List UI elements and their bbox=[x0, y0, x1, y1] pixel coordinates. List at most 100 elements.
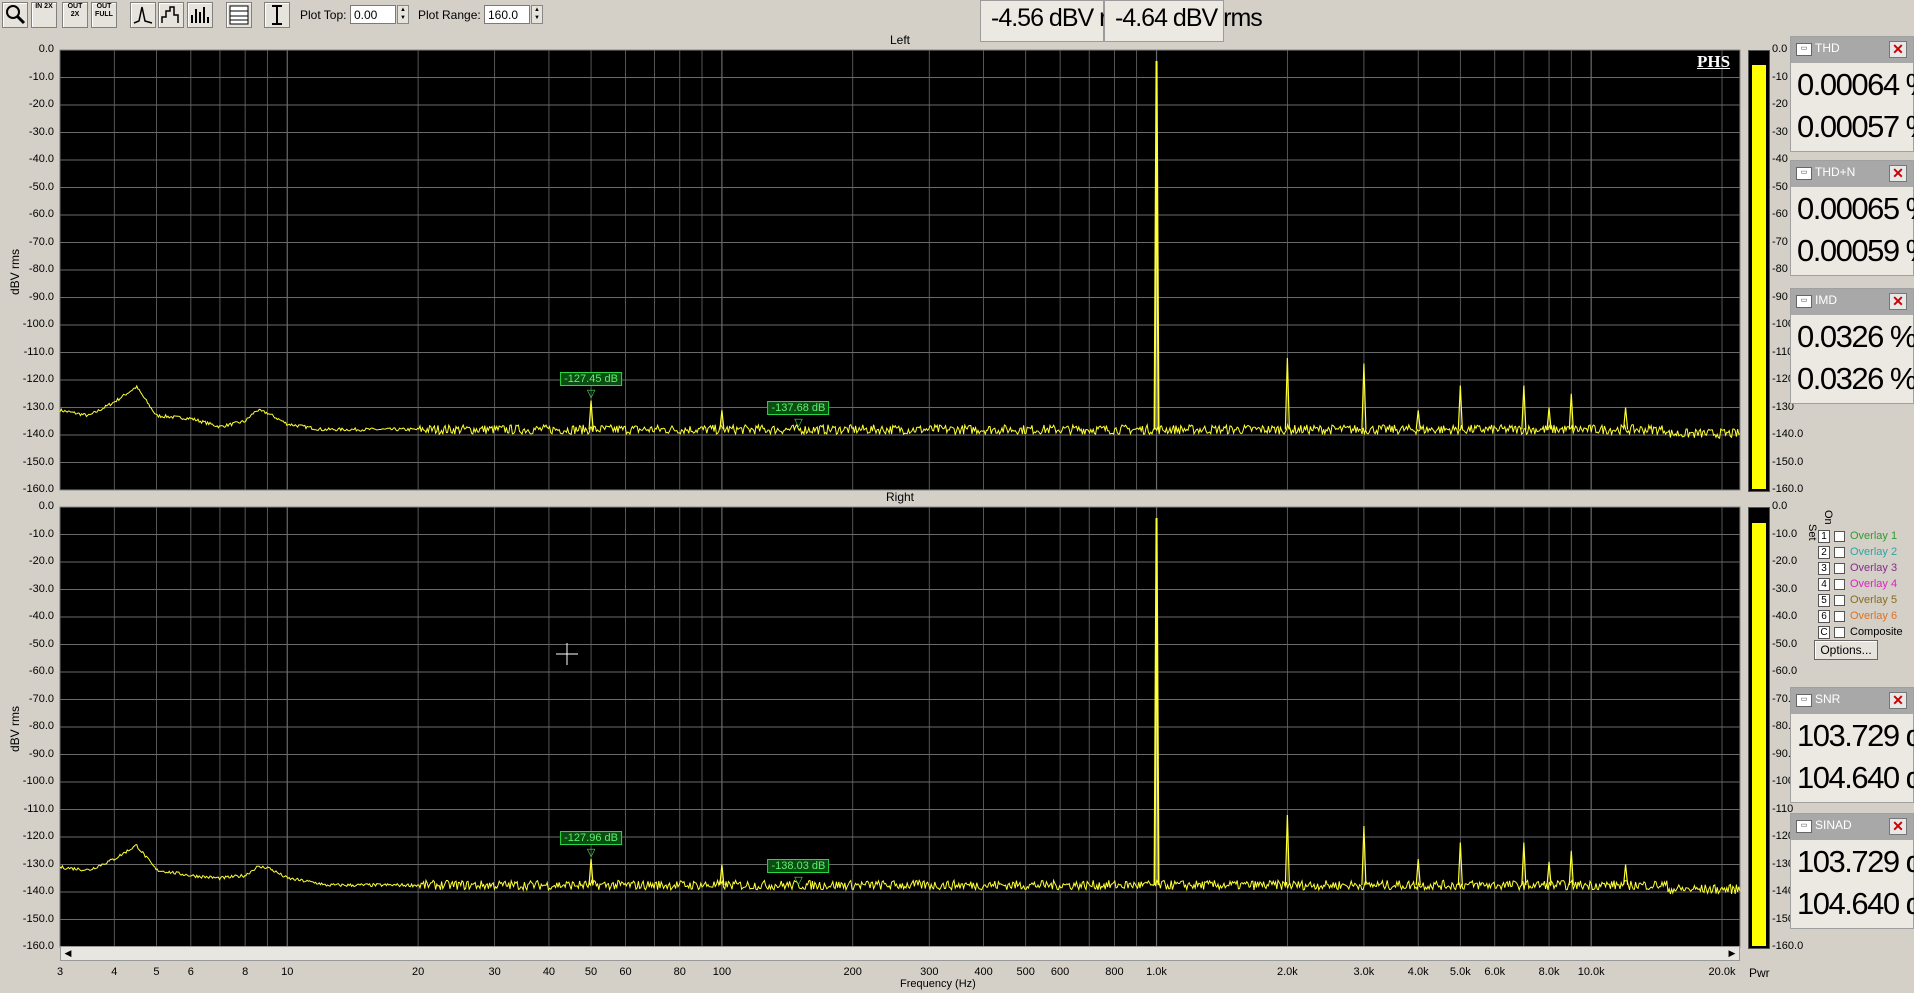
overlay-on-checkbox[interactable] bbox=[1834, 563, 1845, 574]
right-meter-fill bbox=[1752, 522, 1766, 946]
x-tick-label: 300 bbox=[920, 966, 939, 978]
meter-tick-label: -80 bbox=[1772, 263, 1788, 275]
x-tick-label: 500 bbox=[1016, 966, 1035, 978]
overlay-label: Overlay 4 bbox=[1850, 578, 1898, 590]
overlay-set-button[interactable]: 6 bbox=[1818, 610, 1830, 623]
y-tick-label: -70.0 bbox=[28, 692, 54, 705]
snr-right-value: 104.640 dB bbox=[1797, 760, 1914, 795]
power-label: Pwr bbox=[1749, 966, 1770, 980]
overlay-on-checkbox[interactable] bbox=[1834, 595, 1845, 606]
overlay-on-checkbox[interactable] bbox=[1834, 531, 1845, 542]
thdn-panel-icon: ▭ bbox=[1796, 167, 1812, 180]
x-tick-label: 4.0k bbox=[1407, 966, 1429, 978]
meter-tick-label: -60.0 bbox=[1772, 665, 1798, 677]
thdn-panel-title: THD+N bbox=[1815, 165, 1856, 179]
peak-marker-label[interactable]: -127.96 dB bbox=[560, 830, 622, 845]
x-tick-label: 400 bbox=[974, 966, 993, 978]
right-channel-title: Right bbox=[885, 490, 915, 504]
y-tick-label: -30.0 bbox=[28, 582, 54, 595]
scroll-right-arrow-icon[interactable]: ▶ bbox=[1726, 948, 1738, 959]
horizontal-scrollbar[interactable]: ◀ ▶ bbox=[60, 946, 1740, 961]
y-tick-label: -20.0 bbox=[28, 555, 54, 567]
x-tick-label: 1.0k bbox=[1146, 966, 1167, 978]
thd-close-icon[interactable]: ✕ bbox=[1889, 41, 1907, 58]
sinad-right-value: 104.640 dB bbox=[1797, 886, 1914, 921]
meter-tick-label: -10 bbox=[1772, 70, 1788, 83]
overlay-label: Overlay 3 bbox=[1850, 562, 1898, 574]
x-tick-label: 8.0k bbox=[1538, 966, 1560, 978]
x-tick-label: 200 bbox=[843, 966, 862, 978]
overlay-label: Overlay 2 bbox=[1850, 546, 1898, 558]
meter-tick-label: -10.0 bbox=[1772, 527, 1798, 540]
overlay-on-checkbox[interactable] bbox=[1834, 547, 1845, 558]
sinad-panel-title: SINAD bbox=[1815, 818, 1852, 832]
imd-right-value: 0.0326 % bbox=[1797, 361, 1914, 396]
overlay-set-button[interactable]: 3 bbox=[1818, 562, 1830, 575]
overlay-on-checkbox[interactable] bbox=[1834, 611, 1845, 622]
right-spectrum-chart[interactable] bbox=[0, 0, 1750, 993]
snr-left-value: 103.729 dB bbox=[1797, 718, 1914, 753]
meter-tick-label: -60 bbox=[1772, 208, 1788, 220]
y-tick-label: -110.0 bbox=[23, 802, 54, 815]
sinad-panel: ▭ SINAD ✕ 103.729 dB 104.640 dB bbox=[1790, 813, 1914, 929]
meter-tick-label: -90 bbox=[1772, 290, 1788, 303]
scroll-left-arrow-icon[interactable]: ◀ bbox=[62, 948, 74, 959]
peak-marker-arrow-icon: ▽ bbox=[794, 874, 803, 887]
overlay-set-header: Set bbox=[1806, 524, 1818, 541]
y-tick-label: -40.0 bbox=[28, 610, 54, 622]
y-tick-label: -120.0 bbox=[22, 830, 54, 842]
y-tick-label: -150.0 bbox=[22, 912, 54, 925]
y-tick-label: -140.0 bbox=[22, 885, 54, 897]
meter-tick-label: -40.0 bbox=[1772, 610, 1798, 622]
peak-marker-label[interactable]: -138.03 dB bbox=[767, 858, 830, 873]
meter-tick-label: -40 bbox=[1772, 153, 1788, 165]
x-tick-label: 100 bbox=[712, 966, 732, 978]
meter-tick-label: -30.0 bbox=[1772, 582, 1798, 595]
y-tick-label: -50.0 bbox=[28, 637, 54, 650]
imd-panel-title: IMD bbox=[1815, 293, 1837, 307]
imd-left-value: 0.0326 % bbox=[1797, 319, 1914, 354]
sinad-close-icon[interactable]: ✕ bbox=[1889, 818, 1907, 835]
overlay-set-button[interactable]: 2 bbox=[1818, 546, 1830, 559]
overlay-label: Composite bbox=[1850, 626, 1903, 638]
meter-tick-label: -50 bbox=[1772, 180, 1788, 193]
y-tick-label: -100.0 bbox=[22, 775, 54, 787]
overlay-on-checkbox[interactable] bbox=[1834, 627, 1845, 638]
x-tick-label: 20.0k bbox=[1708, 966, 1736, 978]
overlay-set-button[interactable]: 1 bbox=[1818, 530, 1830, 543]
overlay-set-button[interactable]: 4 bbox=[1818, 578, 1830, 591]
overlay-label: Overlay 5 bbox=[1850, 594, 1898, 606]
thd-left-value: 0.00064 % bbox=[1797, 67, 1914, 102]
meter-tick-label: -140.0 bbox=[1772, 428, 1804, 440]
snr-close-icon[interactable]: ✕ bbox=[1889, 692, 1907, 709]
imd-close-icon[interactable]: ✕ bbox=[1889, 293, 1907, 310]
overlay-set-button[interactable]: C bbox=[1818, 626, 1830, 639]
y-tick-label: -130.0 bbox=[22, 857, 54, 870]
y-axis-label: dBV rms bbox=[8, 705, 22, 752]
thdn-left-value: 0.00065 % bbox=[1797, 191, 1914, 226]
left-level-meter bbox=[1748, 50, 1770, 492]
right-level-meter bbox=[1748, 507, 1770, 949]
x-tick-label: 800 bbox=[1105, 966, 1124, 978]
snr-panel-icon: ▭ bbox=[1796, 694, 1812, 707]
thd-panel-icon: ▭ bbox=[1796, 43, 1812, 56]
x-tick-label: 80 bbox=[673, 966, 686, 978]
sinad-left-value: 103.729 dB bbox=[1797, 844, 1914, 879]
y-tick-label: 0.0 bbox=[38, 500, 54, 512]
options-button[interactable]: Options... bbox=[1814, 640, 1878, 660]
left-meter-fill bbox=[1752, 65, 1766, 489]
overlay-on-checkbox[interactable] bbox=[1834, 579, 1845, 590]
meter-tick-label: -150.0 bbox=[1772, 455, 1804, 468]
thdn-close-icon[interactable]: ✕ bbox=[1889, 165, 1907, 182]
x-tick-label: 10 bbox=[281, 966, 294, 978]
meter-tick-label: -30 bbox=[1772, 125, 1788, 138]
overlay-set-button[interactable]: 5 bbox=[1818, 594, 1830, 607]
x-tick-label: 30 bbox=[488, 966, 501, 978]
x-tick-label: 3 bbox=[56, 966, 64, 978]
spectrum-plot-area: Left 0.0 -10.0 -20.0 -30.0 -40.0 -50.0 -60.0 -70… bbox=[0, 30, 1750, 993]
meter-tick-label: -50.0 bbox=[1772, 637, 1798, 650]
thd-panel-title: THD bbox=[1815, 41, 1840, 55]
y-tick-label: -10.0 bbox=[28, 527, 54, 540]
imd-panel-icon: ▭ bbox=[1796, 295, 1812, 308]
x-tick-label: 8 bbox=[242, 966, 249, 978]
